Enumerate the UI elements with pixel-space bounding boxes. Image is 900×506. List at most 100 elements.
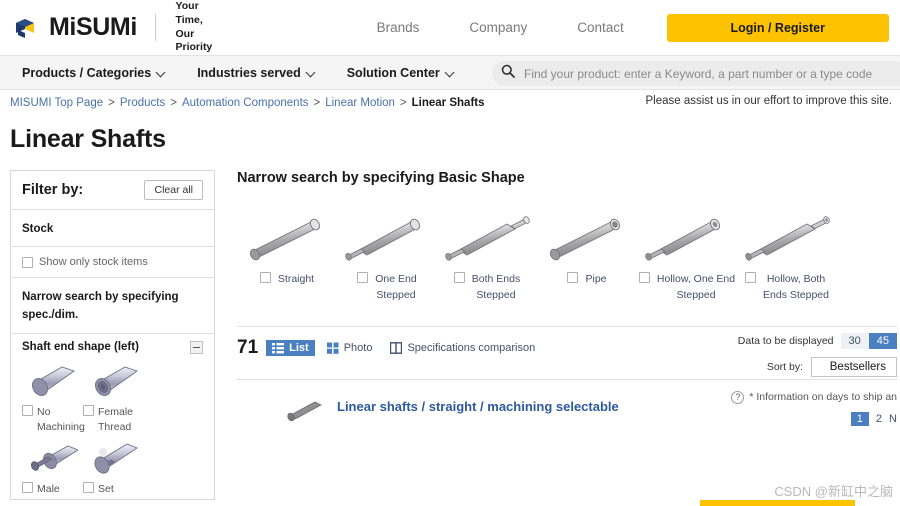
ship-info-text: * Information on days to ship an bbox=[749, 391, 897, 403]
basic-shape-checkbox[interactable] bbox=[639, 272, 650, 283]
shaft-option-female-thread[interactable]: Female Thread bbox=[83, 361, 144, 435]
shaft-option-no-machining[interactable]: No Machining bbox=[22, 361, 83, 435]
page-next[interactable]: N bbox=[889, 413, 897, 425]
brand-logo[interactable]: MiSUMi Your Time, Our Priority bbox=[14, 0, 213, 55]
login-register-button[interactable]: Login / Register bbox=[667, 14, 889, 42]
shaft-option-label: Female Thread bbox=[98, 405, 133, 435]
basic-shape-checkbox[interactable] bbox=[454, 272, 465, 283]
shaft-option-label: No Machining bbox=[37, 405, 85, 435]
shaft-hollow-one-end-icon bbox=[637, 206, 737, 268]
subnav-item-products-categories[interactable]: Products / Categories bbox=[22, 66, 165, 80]
shaft-option-set-screw-groove[interactable]: Set Screw Groove bbox=[83, 438, 144, 500]
view-mode-specs-comparison[interactable]: Specifications comparison bbox=[384, 340, 541, 356]
misumi-logo-icon bbox=[14, 16, 40, 40]
basic-shape-one-end-stepped[interactable]: One End Stepped bbox=[337, 206, 437, 304]
breadcrumb-item-2[interactable]: Automation Components bbox=[182, 97, 309, 109]
site-improvement-notice: Please assist us in our effort to improv… bbox=[645, 95, 892, 107]
basic-shape-both-ends-stepped[interactable]: Both Ends Stepped bbox=[437, 206, 537, 304]
product-thumbnail[interactable] bbox=[237, 390, 337, 424]
shaft-option-label: Set Screw Groove bbox=[98, 482, 132, 500]
breadcrumb-item-0[interactable]: MISUMI Top Page bbox=[10, 97, 103, 109]
basic-shape-hollow-one-end-stepped[interactable]: Hollow, One End Stepped bbox=[637, 206, 737, 304]
basic-shape-label: Both Ends Stepped bbox=[472, 272, 520, 304]
grid-icon bbox=[327, 342, 339, 354]
sort-select[interactable]: Bestsellers bbox=[811, 357, 897, 377]
search-input[interactable]: Find your product: enter a Keyword, a pa… bbox=[524, 67, 872, 81]
stock-filter-option[interactable]: Show only stock items bbox=[11, 247, 214, 278]
breadcrumb-item-current: Linear Shafts bbox=[412, 97, 485, 109]
shaft-hollow-both-ends-icon bbox=[737, 206, 837, 268]
product-name[interactable]: Linear shafts / straight / machining sel… bbox=[337, 399, 619, 414]
search-icon bbox=[501, 64, 515, 83]
breadcrumb-separator: > bbox=[108, 97, 115, 109]
basic-shape-label: Pipe bbox=[585, 272, 606, 288]
subnav-item-industries-served[interactable]: Industries served bbox=[197, 66, 315, 80]
view-mode-list[interactable]: List bbox=[266, 340, 315, 356]
stock-filter-title: Stock bbox=[22, 223, 53, 235]
help-question-icon[interactable]: ? bbox=[731, 391, 744, 404]
results-controls: Data to be displayed 30 45 Sort by: Best… bbox=[731, 333, 897, 426]
nav-link-contact[interactable]: Contact bbox=[552, 20, 649, 35]
brand-tagline: Your Time, Our Priority bbox=[176, 0, 213, 55]
view-mode-specs-label: Specifications comparison bbox=[407, 342, 535, 354]
basic-shape-label: Hollow, One End Stepped bbox=[657, 272, 735, 304]
page-1[interactable]: 1 bbox=[851, 412, 869, 426]
shaft-plain-icon bbox=[22, 361, 78, 403]
chevron-down-icon bbox=[307, 69, 315, 77]
narrow-search-section: Narrow search by specifying spec./dim. bbox=[11, 278, 214, 334]
page-2[interactable]: 2 bbox=[876, 413, 882, 425]
nav-link-brands[interactable]: Brands bbox=[352, 20, 445, 35]
main-content: Narrow search by specifying Basic Shape bbox=[237, 170, 897, 500]
shaft-both-ends-stepped-icon bbox=[437, 206, 537, 268]
breadcrumb-separator: > bbox=[400, 97, 407, 109]
shaft-one-end-stepped-icon bbox=[337, 206, 437, 268]
basic-shape-hollow-both-ends-stepped[interactable]: Hollow, Both Ends Stepped bbox=[737, 206, 837, 304]
collapse-minus-icon[interactable] bbox=[190, 341, 203, 354]
shaft-set-screw-icon bbox=[83, 438, 139, 480]
stock-only-label: Show only stock items bbox=[39, 256, 148, 268]
subnav-item-solution-center[interactable]: Solution Center bbox=[347, 66, 454, 80]
display-count-45[interactable]: 45 bbox=[869, 333, 897, 349]
search-bar[interactable]: Find your product: enter a Keyword, a pa… bbox=[492, 61, 900, 86]
shaft-option-checkbox[interactable] bbox=[22, 405, 33, 416]
basic-shape-checkbox[interactable] bbox=[357, 272, 368, 283]
columns-icon bbox=[390, 342, 402, 354]
tagline-line-2: Our Priority bbox=[176, 28, 213, 56]
basic-shape-label: Straight bbox=[278, 272, 314, 288]
breadcrumb-item-1[interactable]: Products bbox=[120, 97, 165, 109]
basic-shape-straight[interactable]: Straight bbox=[237, 206, 337, 304]
sort-label: Sort by: bbox=[767, 361, 803, 373]
subnav-label-solution: Solution Center bbox=[347, 66, 440, 80]
content-area: Filter by: Clear all Stock Show only sto… bbox=[0, 154, 900, 500]
display-count-30[interactable]: 30 bbox=[841, 333, 869, 349]
stock-only-checkbox[interactable] bbox=[22, 257, 33, 268]
basic-shape-pipe[interactable]: Pipe bbox=[537, 206, 637, 304]
shaft-male-thread-icon bbox=[22, 438, 78, 480]
shaft-option-checkbox[interactable] bbox=[83, 405, 94, 416]
shaft-option-checkbox[interactable] bbox=[22, 482, 33, 493]
pagination: 1 2 N bbox=[731, 412, 897, 426]
breadcrumb-separator: > bbox=[170, 97, 177, 109]
ship-info-row: ? * Information on days to ship an bbox=[731, 391, 897, 404]
basic-shape-checkbox[interactable] bbox=[745, 272, 756, 283]
breadcrumb-item-3[interactable]: Linear Motion bbox=[325, 97, 395, 109]
view-mode-photo-label: Photo bbox=[344, 342, 373, 354]
chevron-down-icon bbox=[446, 69, 454, 77]
page-title: Linear Shafts bbox=[0, 116, 900, 154]
shaft-option-checkbox[interactable] bbox=[83, 482, 94, 493]
watermark: CSDN @新缸中之脑 bbox=[774, 481, 893, 500]
shaft-option-male-thread[interactable]: Male thread bbox=[22, 438, 83, 500]
category-navigation: Products / Categories Industries served … bbox=[0, 55, 900, 90]
site-header: MiSUMi Your Time, Our Priority Brands Co… bbox=[0, 0, 900, 55]
result-count: 71 bbox=[237, 337, 258, 359]
display-count-label: Data to be displayed bbox=[738, 335, 834, 347]
view-mode-photo[interactable]: Photo bbox=[321, 340, 379, 356]
subnav-label-products: Products / Categories bbox=[22, 66, 151, 80]
list-icon bbox=[272, 342, 284, 354]
nav-link-company[interactable]: Company bbox=[444, 20, 552, 35]
basic-shape-checkbox[interactable] bbox=[260, 272, 271, 283]
basic-shape-checkbox[interactable] bbox=[567, 272, 578, 283]
basic-shape-section-title: Narrow search by specifying Basic Shape bbox=[237, 170, 897, 186]
clear-all-button[interactable]: Clear all bbox=[144, 180, 203, 200]
display-count-control: Data to be displayed 30 45 bbox=[731, 333, 897, 349]
